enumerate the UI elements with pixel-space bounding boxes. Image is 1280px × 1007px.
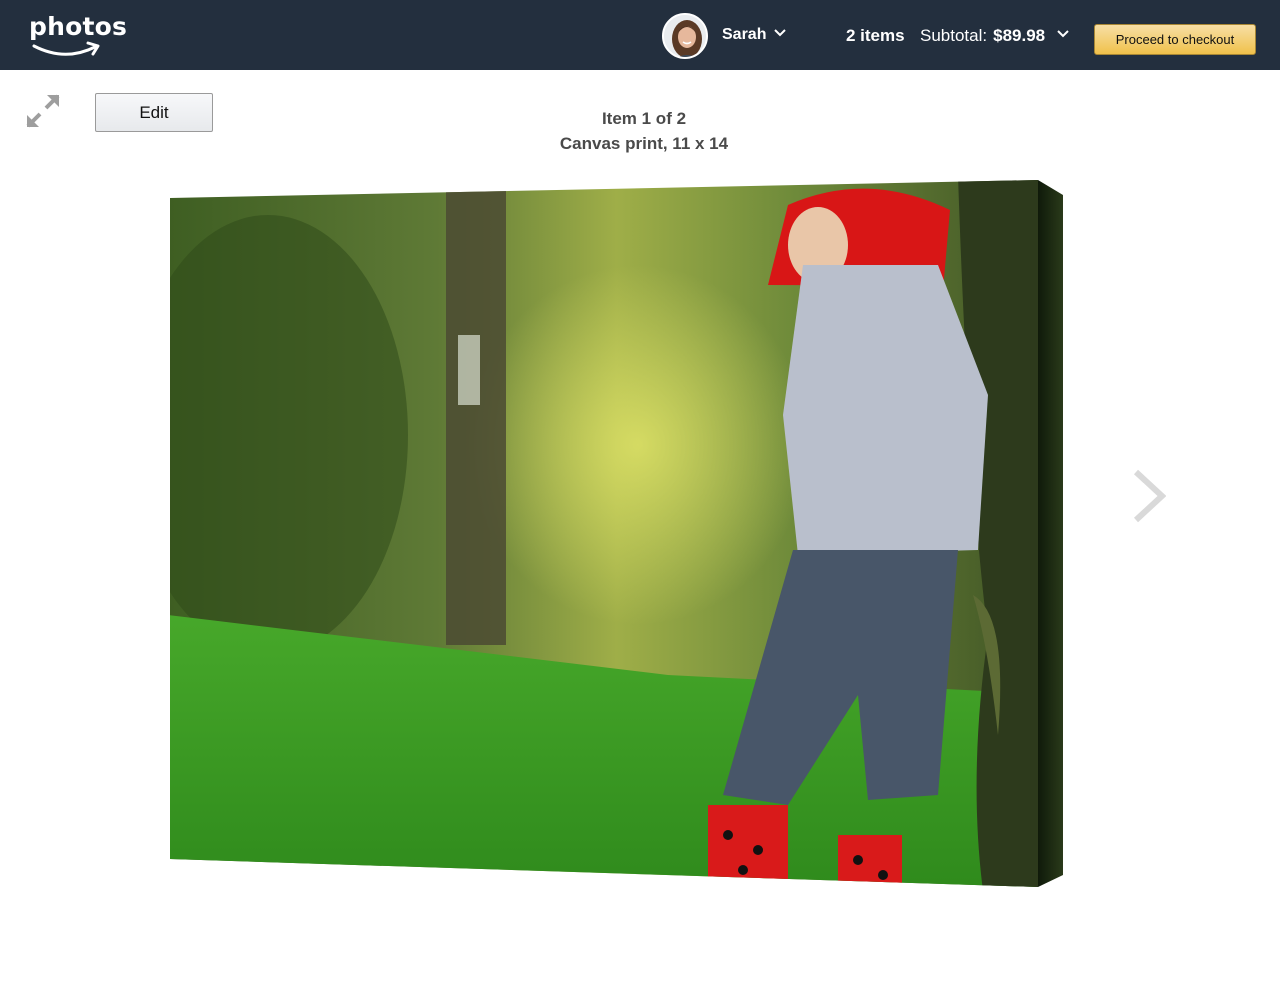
item-info: Item 1 of 2 Canvas print, 11 x 14 — [444, 106, 844, 156]
photos-logo[interactable]: photos — [29, 12, 127, 60]
canvas-side-edge — [1038, 180, 1063, 887]
chevron-right-icon[interactable] — [1130, 468, 1166, 524]
item-position: Item 1 of 2 — [601, 109, 687, 128]
avatar-portrait — [664, 15, 706, 57]
cart-items-count[interactable]: 2 items — [846, 26, 905, 46]
smile-arrow-icon — [32, 41, 100, 56]
chevron-down-icon[interactable] — [1057, 30, 1069, 38]
top-navigation-bar: photos Sarah 2 items Subtotal:$89.98 Pr — [0, 0, 1280, 70]
edit-button[interactable]: Edit — [95, 93, 213, 132]
canvas-print-preview — [170, 180, 1063, 887]
subtotal-amount: $89.98 — [993, 26, 1046, 45]
logo-text: photos — [29, 12, 128, 41]
expand-arrows-icon[interactable] — [25, 93, 61, 129]
user-name: Sarah — [722, 26, 767, 43]
subtotal-dropdown[interactable]: Subtotal: $89.98 — [920, 26, 1045, 46]
subtotal-label: Subtotal: — [920, 26, 988, 45]
avatar[interactable] — [662, 13, 708, 59]
item-description: Canvas print, 11 x 14 — [559, 134, 729, 153]
canvas-photo — [170, 180, 1038, 887]
proceed-to-checkout-button[interactable]: Proceed to checkout — [1094, 24, 1256, 55]
chevron-down-icon — [774, 29, 786, 37]
